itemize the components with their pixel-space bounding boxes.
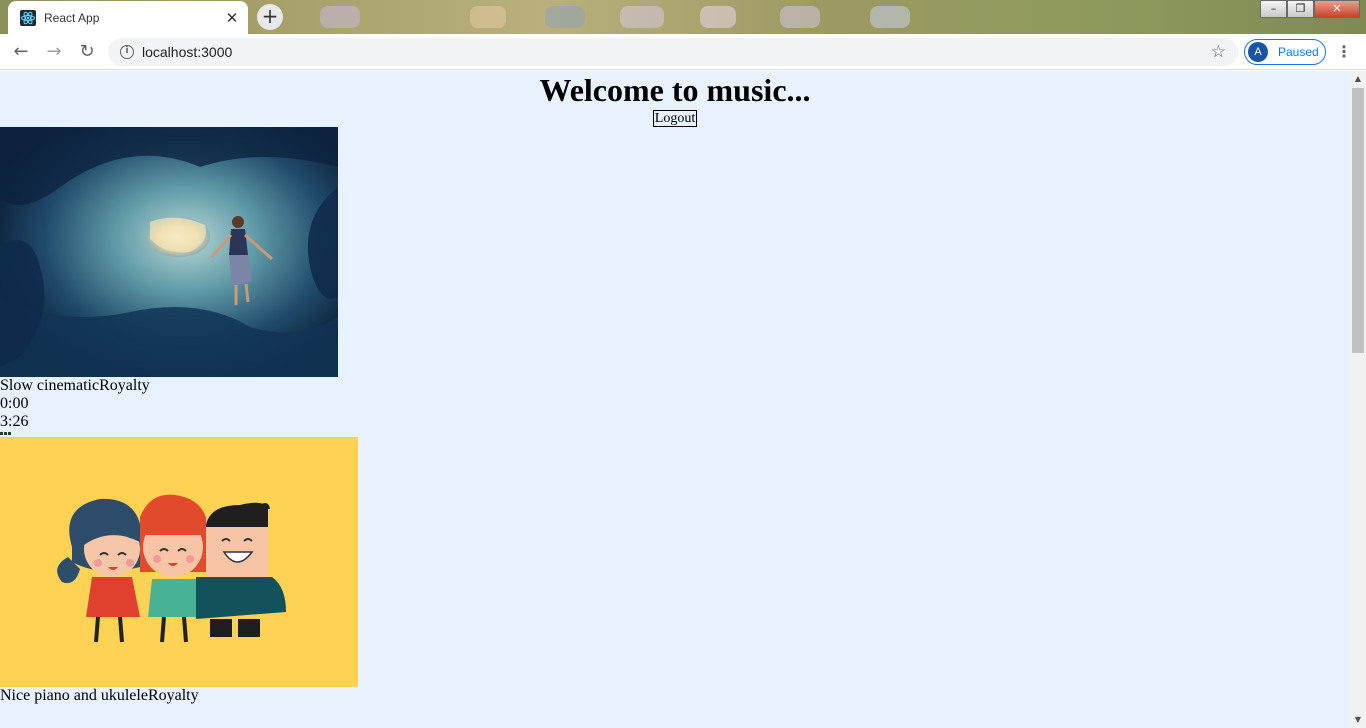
minimize-window-button[interactable]: – — [1260, 0, 1287, 18]
song-tag: Royalty — [99, 377, 150, 394]
background-decoration — [320, 6, 360, 28]
url-text[interactable]: localhost:3000 — [142, 44, 1211, 60]
duration: 3:26 — [0, 413, 29, 430]
page-viewport: Welcome to music... Logout Slow cinemati… — [0, 71, 1350, 728]
background-decoration — [620, 6, 664, 28]
page-scrollbar[interactable]: ▲ ▼ — [1350, 71, 1366, 728]
background-decoration — [470, 6, 506, 28]
scrollbar-thumb[interactable] — [1352, 88, 1364, 353]
play-control-icon[interactable] — [4, 432, 7, 435]
profile-button[interactable]: A Paused — [1244, 39, 1326, 65]
forward-button[interactable]: → — [42, 40, 66, 64]
address-bar[interactable]: i localhost:3000 ☆ — [108, 38, 1238, 66]
page-title: Welcome to music... — [539, 72, 811, 108]
song-name: Nice piano and ukulele — [0, 687, 148, 704]
song-title-line: Nice piano and ukuleleRoyalty — [0, 687, 1350, 705]
scroll-down-arrow-icon[interactable]: ▼ — [1350, 712, 1366, 728]
new-tab-button[interactable]: + — [257, 4, 283, 30]
prev-control-icon[interactable] — [0, 432, 3, 435]
browser-toolbar: ← → ↻ i localhost:3000 ☆ A Paused ⋮ — [0, 34, 1366, 70]
three-friends-cartoon-artwork[interactable] — [0, 437, 358, 687]
tab-title: React App — [44, 10, 100, 25]
avatar: A — [1248, 42, 1268, 62]
cave-explorer-artwork[interactable] — [0, 127, 338, 377]
site-info-icon[interactable]: i — [120, 45, 134, 59]
logout-button[interactable]: Logout — [652, 110, 698, 127]
scroll-up-arrow-icon[interactable]: ▲ — [1350, 71, 1366, 87]
profile-status: Paused — [1278, 45, 1319, 59]
song-item: Slow cinematicRoyalty 0:00 3:26 — [0, 127, 1350, 436]
player-controls[interactable] — [0, 432, 1350, 436]
reload-button[interactable]: ↻ — [75, 40, 99, 64]
background-decoration — [700, 6, 736, 28]
back-button[interactable]: ← — [9, 40, 33, 64]
browser-tab-react-app[interactable]: React App ✕ — [8, 1, 248, 34]
browser-menu-icon[interactable]: ⋮ — [1334, 40, 1354, 64]
song-tag: Royalty — [147, 687, 199, 704]
browser-titlebar: React App ✕ + – ❐ ✕ — [0, 0, 1366, 34]
react-logo-icon — [20, 9, 36, 26]
window-controls: – ❐ ✕ — [1260, 0, 1360, 18]
bookmark-star-icon[interactable]: ☆ — [1211, 42, 1226, 62]
next-control-icon[interactable] — [8, 432, 11, 435]
background-decoration — [870, 6, 910, 28]
song-item: Nice piano and ukuleleRoyalty — [0, 437, 1350, 705]
close-window-button[interactable]: ✕ — [1314, 0, 1360, 18]
song-name: Slow cinematic — [0, 377, 100, 394]
background-decoration — [780, 6, 820, 28]
background-decoration — [545, 6, 585, 28]
song-title-line: Slow cinematicRoyalty — [0, 377, 1350, 395]
restore-window-button[interactable]: ❐ — [1287, 0, 1314, 18]
current-time: 0:00 — [0, 395, 29, 412]
tab-close-icon[interactable]: ✕ — [224, 10, 240, 26]
